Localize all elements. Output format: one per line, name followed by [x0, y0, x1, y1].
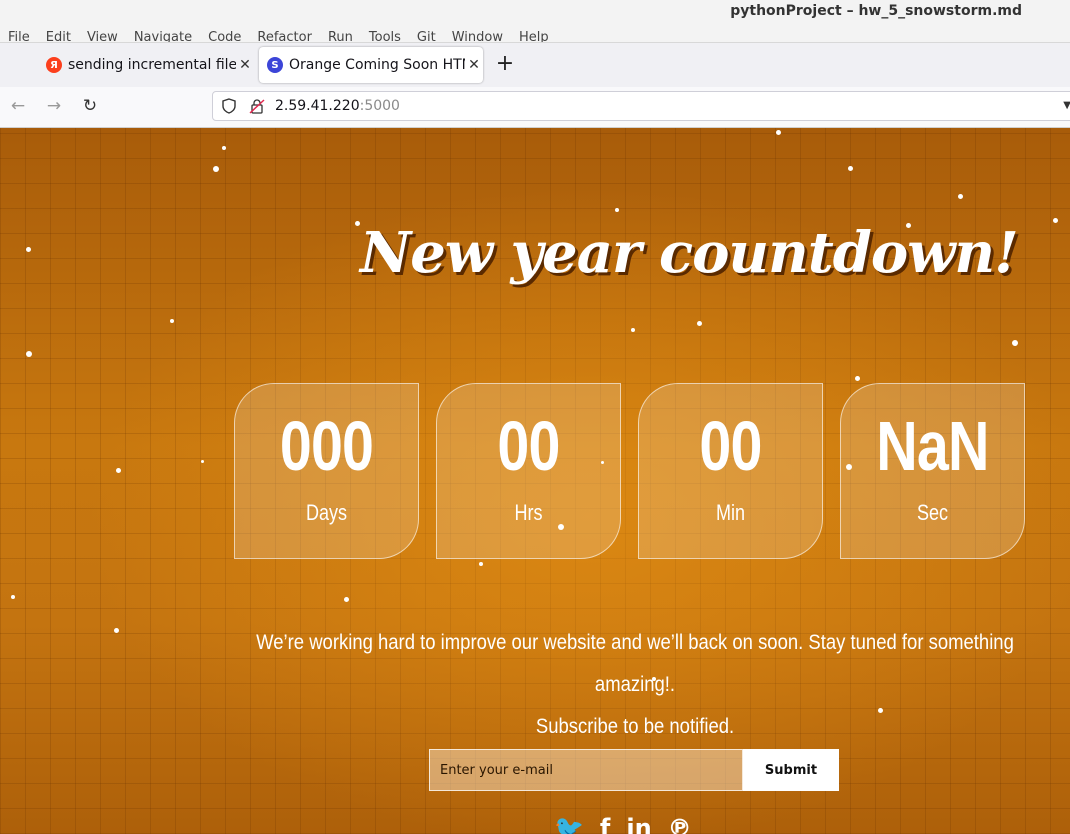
submit-button[interactable]: Submit	[743, 749, 839, 791]
menu-run[interactable]: Run	[328, 30, 353, 42]
twitter-icon[interactable]: 🐦	[554, 814, 584, 834]
forward-arrow-icon[interactable]: →	[42, 94, 66, 118]
menu-tools[interactable]: Tools	[369, 30, 401, 42]
countdown-value: NaN	[876, 407, 989, 485]
menu-help[interactable]: Help	[519, 30, 549, 42]
back-arrow-icon[interactable]: ←	[6, 94, 30, 118]
snowflake	[170, 319, 174, 323]
snowflake	[114, 628, 119, 633]
email-field[interactable]	[429, 749, 743, 791]
url-host: 2.59.41.220	[275, 98, 360, 114]
countdown-seconds: NaN Sec	[840, 383, 1025, 559]
snowflake	[848, 166, 853, 171]
close-tab-icon[interactable]: ✕	[236, 57, 254, 73]
countdown-timer: 000 Days 00 Hrs 00 Min NaN Sec	[234, 383, 1034, 560]
menu-code[interactable]: Code	[208, 30, 241, 42]
snowflake	[201, 460, 204, 463]
social-links: 🐦 f in ℗	[554, 814, 714, 834]
tab-label: sending incremental file l	[68, 57, 236, 73]
tab-label: Orange Coming Soon HTM	[289, 57, 465, 73]
countdown-value: 00	[699, 407, 762, 485]
page-title: New year countdown!	[360, 220, 1019, 286]
menu-refactor[interactable]: Refactor	[257, 30, 312, 42]
address-bar[interactable]: 2.59.41.220:5000 ▼	[212, 91, 1070, 121]
menu-navigate[interactable]: Navigate	[134, 30, 192, 42]
snowflake	[615, 208, 619, 212]
snowflake	[479, 562, 483, 566]
countdown-label: Sec	[916, 500, 949, 525]
yandex-icon: Я	[46, 57, 62, 73]
countdown-value: 00	[497, 407, 560, 485]
snowflake	[1053, 218, 1058, 223]
countdown-label: Days	[305, 500, 348, 525]
snowflake	[958, 194, 963, 199]
url-port: :5000	[359, 98, 400, 114]
menu-file[interactable]: File	[8, 30, 30, 42]
menu-view[interactable]: View	[87, 30, 118, 42]
subscribe-form: Submit	[429, 749, 839, 791]
snowflake	[26, 247, 31, 252]
snowflake	[116, 468, 121, 473]
coming-soon-message: We’re working hard to improve our websit…	[252, 622, 1018, 748]
chevron-down-icon[interactable]: ▼	[1063, 100, 1070, 111]
tab-orange-coming-soon[interactable]: S Orange Coming Soon HTM ✕	[259, 47, 483, 83]
page-viewport: New year countdown! 000 Days 00 Hrs 00 M…	[0, 128, 1070, 834]
shield-icon	[222, 98, 236, 114]
snowflake	[631, 328, 635, 332]
pinterest-icon[interactable]: ℗	[668, 814, 692, 834]
browser-nav-bar: ← → ↻ 2.59.41.220:5000 ▼	[0, 87, 1070, 128]
snowflake	[213, 166, 219, 172]
snowflake	[776, 130, 781, 135]
countdown-label: Hrs	[514, 500, 543, 525]
ide-menu-bar: File Edit View Navigate Code Refactor Ru…	[8, 30, 549, 42]
menu-window[interactable]: Window	[452, 30, 503, 42]
window-title: pythonProject – hw_5_snowstorm.md	[730, 3, 1022, 19]
countdown-label: Min	[715, 500, 746, 525]
countdown-days: 000 Days	[234, 383, 419, 559]
snowflake	[11, 595, 15, 599]
reload-icon[interactable]: ↻	[78, 94, 102, 118]
snowflake	[855, 376, 860, 381]
countdown-minutes: 00 Min	[638, 383, 823, 559]
subscribe-prompt: Subscribe to be notified.	[535, 715, 735, 738]
snowflake	[222, 146, 226, 150]
menu-git[interactable]: Git	[417, 30, 436, 42]
facebook-icon[interactable]: f	[600, 814, 610, 834]
countdown-hours: 00 Hrs	[436, 383, 621, 559]
insecure-lock-icon	[249, 99, 265, 114]
close-tab-icon[interactable]: ✕	[465, 57, 483, 73]
url-text: 2.59.41.220:5000	[275, 98, 400, 114]
linkedin-icon[interactable]: in	[626, 814, 651, 834]
menu-edit[interactable]: Edit	[46, 30, 71, 42]
message-line: We’re working hard to improve our websit…	[256, 631, 1014, 696]
snowflake	[26, 351, 32, 357]
countdown-value: 000	[279, 407, 374, 485]
snowflake	[697, 321, 702, 326]
snowflake	[344, 597, 349, 602]
tab-sending-incremental[interactable]: Я sending incremental file l ✕	[38, 47, 254, 83]
browser-tab-strip: Я sending incremental file l ✕ S Orange …	[0, 42, 1070, 88]
window-titlebar: pythonProject – hw_5_snowstorm.md File E…	[0, 0, 1070, 42]
site-s-icon: S	[267, 57, 283, 73]
snowflake	[1012, 340, 1018, 346]
new-tab-button[interactable]: +	[492, 51, 518, 79]
